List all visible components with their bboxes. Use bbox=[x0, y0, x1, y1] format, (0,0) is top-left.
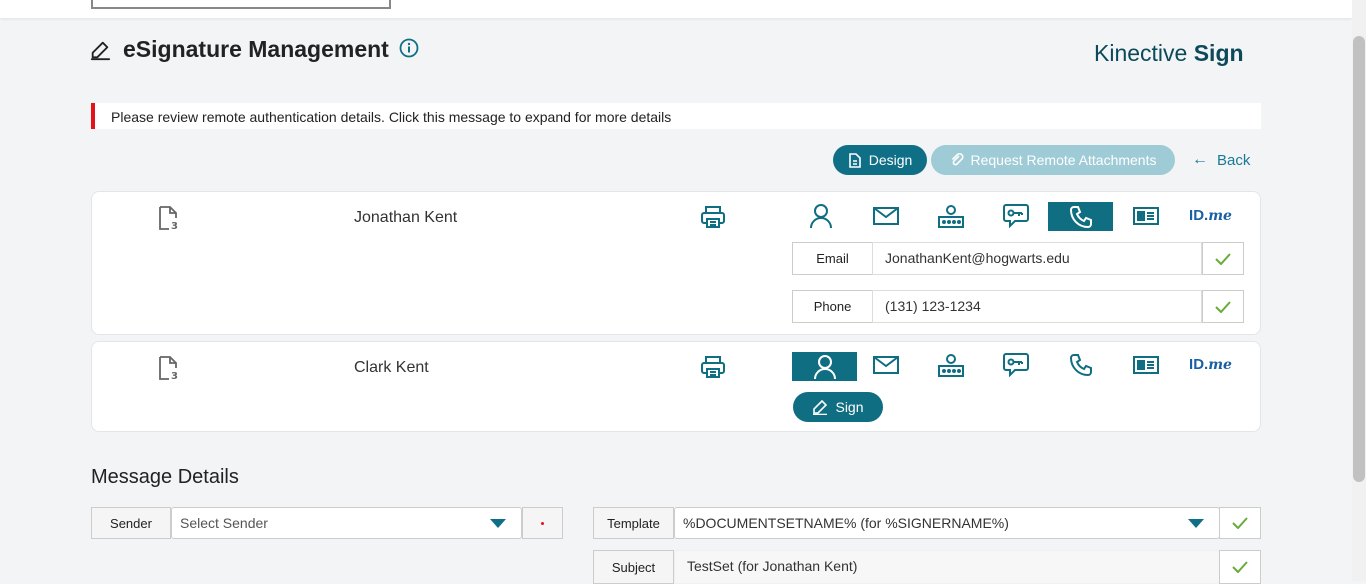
message-details-title: Message Details bbox=[91, 466, 239, 488]
idme-logo[interactable]: ID. me bbox=[1178, 350, 1243, 379]
email-icon[interactable] bbox=[853, 201, 918, 230]
back-arrow-icon: ← bbox=[1192, 151, 1208, 168]
check-icon bbox=[1232, 517, 1248, 529]
svg-text:3: 3 bbox=[171, 371, 178, 381]
required-indicator bbox=[522, 507, 563, 539]
id-card-icon[interactable] bbox=[1113, 350, 1178, 379]
chevron-down-icon[interactable] bbox=[490, 519, 506, 528]
signer-card: 3 Jonathan Kent ID. me Email JonathanKent… bbox=[91, 191, 1261, 335]
document-count-icon[interactable]: 3 bbox=[157, 205, 179, 231]
phone-icon[interactable] bbox=[1048, 202, 1113, 231]
subject-label: Subject bbox=[593, 550, 674, 584]
signer-name: Clark Kent bbox=[354, 359, 429, 376]
printer-icon[interactable] bbox=[700, 205, 726, 229]
idme-me: me bbox=[1208, 356, 1232, 373]
email-icon[interactable] bbox=[853, 350, 918, 379]
request-label: Request Remote Attachments bbox=[970, 152, 1157, 168]
check-icon bbox=[1215, 300, 1231, 313]
pen-icon bbox=[90, 41, 111, 60]
page-title: eSignature Management bbox=[123, 36, 389, 62]
printer-icon[interactable] bbox=[700, 355, 726, 379]
idme-me: me bbox=[1208, 207, 1232, 224]
sender-select[interactable]: Select Sender bbox=[171, 507, 522, 539]
template-label: Template bbox=[593, 507, 674, 539]
design-button[interactable]: Design bbox=[833, 145, 927, 175]
phone-icon[interactable] bbox=[1048, 350, 1113, 379]
scrollbar[interactable] bbox=[1352, 0, 1366, 581]
document-count-icon[interactable]: 3 bbox=[157, 355, 179, 381]
signer-name: Jonathan Kent bbox=[354, 209, 458, 226]
phone-verified-check[interactable] bbox=[1202, 290, 1244, 323]
phone-field[interactable]: (131) 123-1234 bbox=[872, 290, 1202, 323]
email-field[interactable]: JonathanKent@hogwarts.edu bbox=[872, 242, 1202, 275]
subject-check[interactable] bbox=[1219, 550, 1261, 584]
request-remote-attachments-button[interactable]: Request Remote Attachments bbox=[931, 145, 1175, 175]
email-label: Email bbox=[792, 242, 873, 275]
subject-field[interactable]: TestSet (for Jonathan Kent) bbox=[674, 550, 1220, 584]
sign-button[interactable]: Sign bbox=[793, 392, 883, 422]
top-search-box[interactable] bbox=[91, 0, 391, 9]
chevron-down-icon[interactable] bbox=[1188, 519, 1204, 528]
paperclip-icon bbox=[951, 153, 963, 166]
check-icon bbox=[1215, 252, 1231, 265]
back-label: Back bbox=[1217, 151, 1251, 169]
phone-label: Phone bbox=[792, 290, 873, 323]
template-select[interactable]: %DOCUMENTSETNAME% (for %SIGNERNAME%) bbox=[674, 507, 1220, 539]
person-icon[interactable] bbox=[788, 201, 853, 230]
person-icon[interactable] bbox=[792, 352, 857, 381]
sign-label: Sign bbox=[835, 399, 864, 415]
scrollbar-thumb[interactable] bbox=[1353, 36, 1365, 482]
brand-bold: Sign bbox=[1193, 40, 1244, 66]
info-icon[interactable] bbox=[399, 38, 419, 58]
sender-label: Sender bbox=[91, 507, 171, 539]
template-check[interactable] bbox=[1219, 507, 1261, 539]
chat-key-icon[interactable] bbox=[983, 350, 1048, 379]
title-row: eSignature Management bbox=[89, 36, 419, 63]
router-icon[interactable] bbox=[918, 350, 983, 379]
chat-key-icon[interactable] bbox=[983, 201, 1048, 230]
id-card-icon[interactable] bbox=[1113, 201, 1178, 230]
alert-message[interactable]: Please review remote authentication deta… bbox=[91, 103, 1261, 129]
svg-text:3: 3 bbox=[171, 221, 178, 231]
check-icon bbox=[1232, 561, 1248, 573]
back-link[interactable]: ← Back bbox=[1192, 151, 1250, 169]
router-icon[interactable] bbox=[918, 201, 983, 230]
pen-icon bbox=[813, 399, 828, 415]
brand-logo: Kinective Sign bbox=[1094, 40, 1244, 67]
brand-light: Kinective bbox=[1094, 40, 1188, 66]
document-icon bbox=[848, 152, 861, 168]
design-label: Design bbox=[868, 152, 913, 168]
signer-card: 3 Clark Kent ID. me Sign bbox=[91, 341, 1261, 432]
idme-id: ID. bbox=[1189, 207, 1209, 224]
idme-logo[interactable]: ID. me bbox=[1178, 201, 1243, 230]
required-dot bbox=[541, 521, 544, 525]
idme-id: ID. bbox=[1189, 356, 1209, 373]
email-verified-check[interactable] bbox=[1202, 242, 1244, 275]
